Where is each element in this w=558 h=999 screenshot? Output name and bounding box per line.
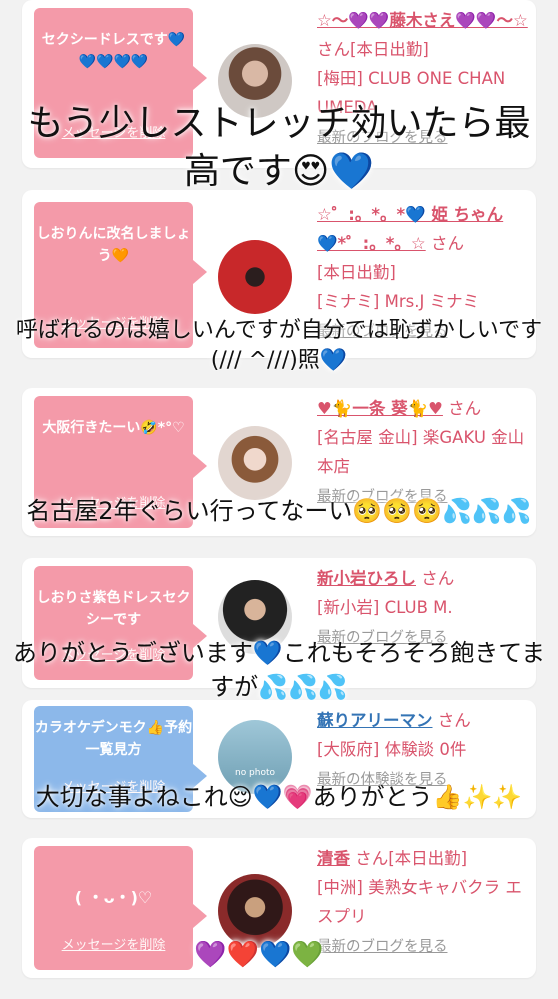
honorific: さん — [430, 234, 464, 253]
shop-name: [新小岩] CLUB M. — [317, 598, 453, 617]
avatar[interactable] — [218, 874, 292, 948]
shop-name: [中洲] 美熟女キャバクラ エスプリ — [317, 878, 522, 926]
member-name-link[interactable]: 新小岩ひろし — [317, 569, 416, 588]
member-name-link[interactable]: 蘇りアリーマン — [317, 711, 433, 730]
member-name-link[interactable]: ♥🐈一条 葵🐈♥ — [317, 399, 443, 418]
message-text: しおりさ紫色ドレスセクシーです — [36, 590, 191, 628]
message-text: しおりんに改名しましょう🧡 — [36, 226, 191, 264]
honorific: さん — [448, 399, 482, 418]
no-photo-label: no photo — [234, 768, 276, 778]
honorific: さん[本日出勤] — [317, 40, 429, 59]
overlay-caption: 大切な事よねこれ😌💙💗ありがとう👍✨✨ — [35, 783, 523, 811]
member-name-link[interactable]: ☆〜💜💜藤木さえ💜💜〜☆ — [317, 11, 528, 30]
avatar[interactable] — [218, 426, 292, 500]
honorific: さん — [421, 569, 455, 588]
message-text: 大阪行きたーい🤣*°♡ — [42, 420, 185, 436]
shop-name: [ミナミ] Mrs.J ミナミ — [317, 292, 480, 311]
status-text: [本日出勤] — [317, 263, 396, 282]
shop-name: [大阪府] 体験談 0件 — [317, 740, 467, 759]
heart-emoji-row: 💜❤️💙💚 — [194, 940, 324, 970]
member-name-link[interactable]: 清香 — [317, 849, 350, 868]
member-name-link[interactable]: ☆゜:。*。*💙 姫 ちゃん 💙*゜:。*。☆ — [317, 205, 503, 253]
avatar[interactable] — [218, 240, 292, 314]
message-text: セクシードレスです💙💙💙💙💙 — [41, 32, 186, 70]
overlay-caption: もう少しストレッチ効いたら最高です😍💙 — [27, 103, 531, 192]
overlay-caption: 呼ばれるのは嬉しいんですが自分では恥ずかしいです(/// ^///)照💙 — [15, 318, 543, 373]
honorific: さん[本日出勤] — [355, 849, 468, 868]
honorific: さん — [437, 711, 471, 730]
overlay-caption: ありがとうございます💙これもそろそろ飽きてますが💦💦💦 — [12, 639, 546, 701]
shop-name: [名古屋 金山] 楽GAKU 金山本店 — [317, 428, 525, 476]
overlay-caption: 名古屋2年ぐらい行ってなーい🥺🥺🥺💦💦💦 — [26, 497, 532, 525]
message-text: カラオケデンモク👍予約一覧見方 — [34, 720, 193, 758]
message-text: ( ・ᴗ・)♡ — [74, 888, 153, 907]
